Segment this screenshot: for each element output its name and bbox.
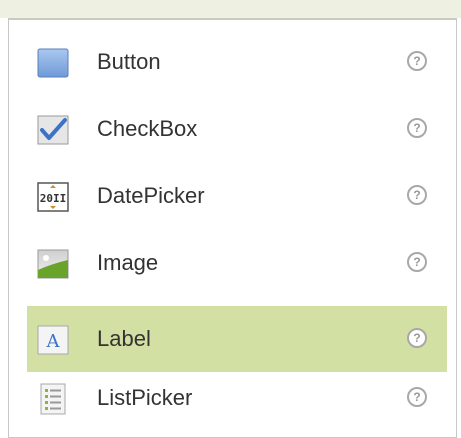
palette-item-label: Label [97,326,151,351]
help-icon[interactable]: ? [407,252,427,272]
user-interface-palette: Button ? CheckBox ? 20II DatePicker ? Im… [8,18,457,438]
help-icon[interactable]: ? [407,51,427,71]
help-icon[interactable]: ? [407,328,427,348]
palette-header-strip [0,0,461,18]
palette-item-image[interactable]: Image ? [27,230,447,296]
palette-item-datepicker[interactable]: 20II DatePicker ? [27,163,447,229]
image-icon [37,248,69,280]
palette-item-checkbox[interactable]: CheckBox ? [27,96,447,162]
datepicker-glyph: 20II [40,192,67,205]
palette-item-label: DatePicker [97,183,205,208]
palette-item-label: CheckBox [97,116,198,141]
listpicker-icon [37,383,69,415]
label-icon: A [37,324,69,356]
help-icon[interactable]: ? [407,118,427,138]
palette-item-label: ListPicker [97,385,193,410]
help-icon[interactable]: ? [407,387,427,407]
palette-item-button[interactable]: Button ? [27,29,447,95]
button-icon [37,47,69,79]
palette-item-listpicker[interactable]: ListPicker ? [27,365,447,431]
checkbox-icon [37,114,69,146]
palette-item-label: Image [97,250,159,275]
label-glyph: A [46,331,61,352]
palette-item-label: Button [97,49,161,74]
help-icon[interactable]: ? [407,185,427,205]
palette-item-label-selected[interactable]: A Label ? [27,306,447,372]
datepicker-icon: 20II [37,181,69,213]
